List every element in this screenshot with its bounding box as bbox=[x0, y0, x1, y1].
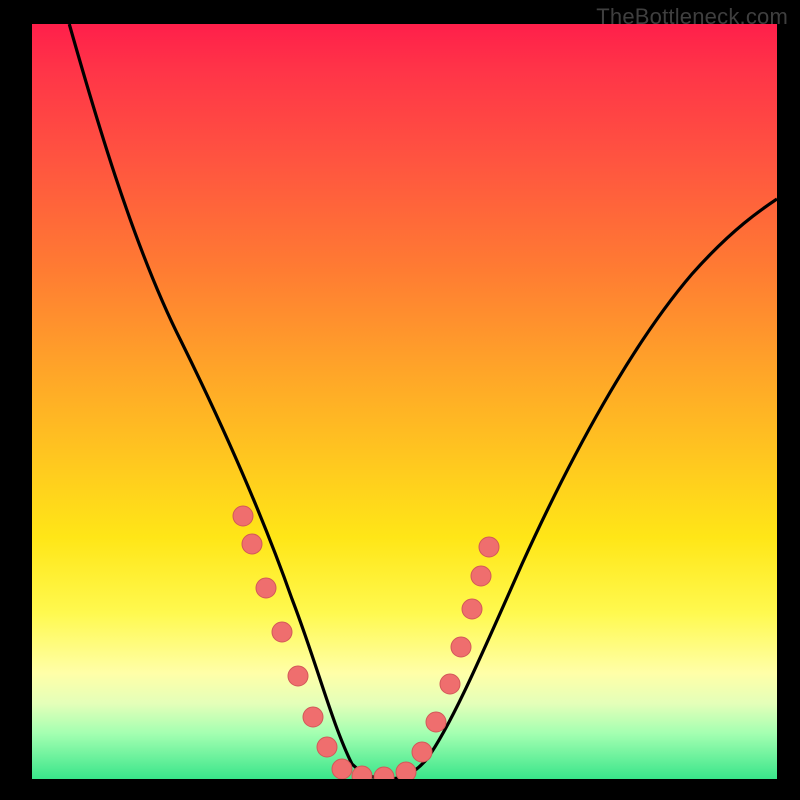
marker bbox=[303, 707, 323, 727]
marker bbox=[396, 762, 416, 779]
marker bbox=[242, 534, 262, 554]
marker bbox=[412, 742, 432, 762]
marker bbox=[233, 506, 253, 526]
chart-frame: TheBottleneck.com bbox=[0, 0, 800, 800]
marker bbox=[479, 537, 499, 557]
bottleneck-curve bbox=[69, 24, 777, 779]
marker bbox=[332, 759, 352, 779]
marker bbox=[288, 666, 308, 686]
marker bbox=[451, 637, 471, 657]
watermark-text: TheBottleneck.com bbox=[596, 4, 788, 30]
marker bbox=[272, 622, 292, 642]
marker bbox=[374, 767, 394, 779]
marker bbox=[256, 578, 276, 598]
chart-plot-area bbox=[32, 24, 777, 779]
marker bbox=[426, 712, 446, 732]
marker bbox=[462, 599, 482, 619]
marker bbox=[317, 737, 337, 757]
marker bbox=[440, 674, 460, 694]
marker bbox=[471, 566, 491, 586]
chart-svg bbox=[32, 24, 777, 779]
